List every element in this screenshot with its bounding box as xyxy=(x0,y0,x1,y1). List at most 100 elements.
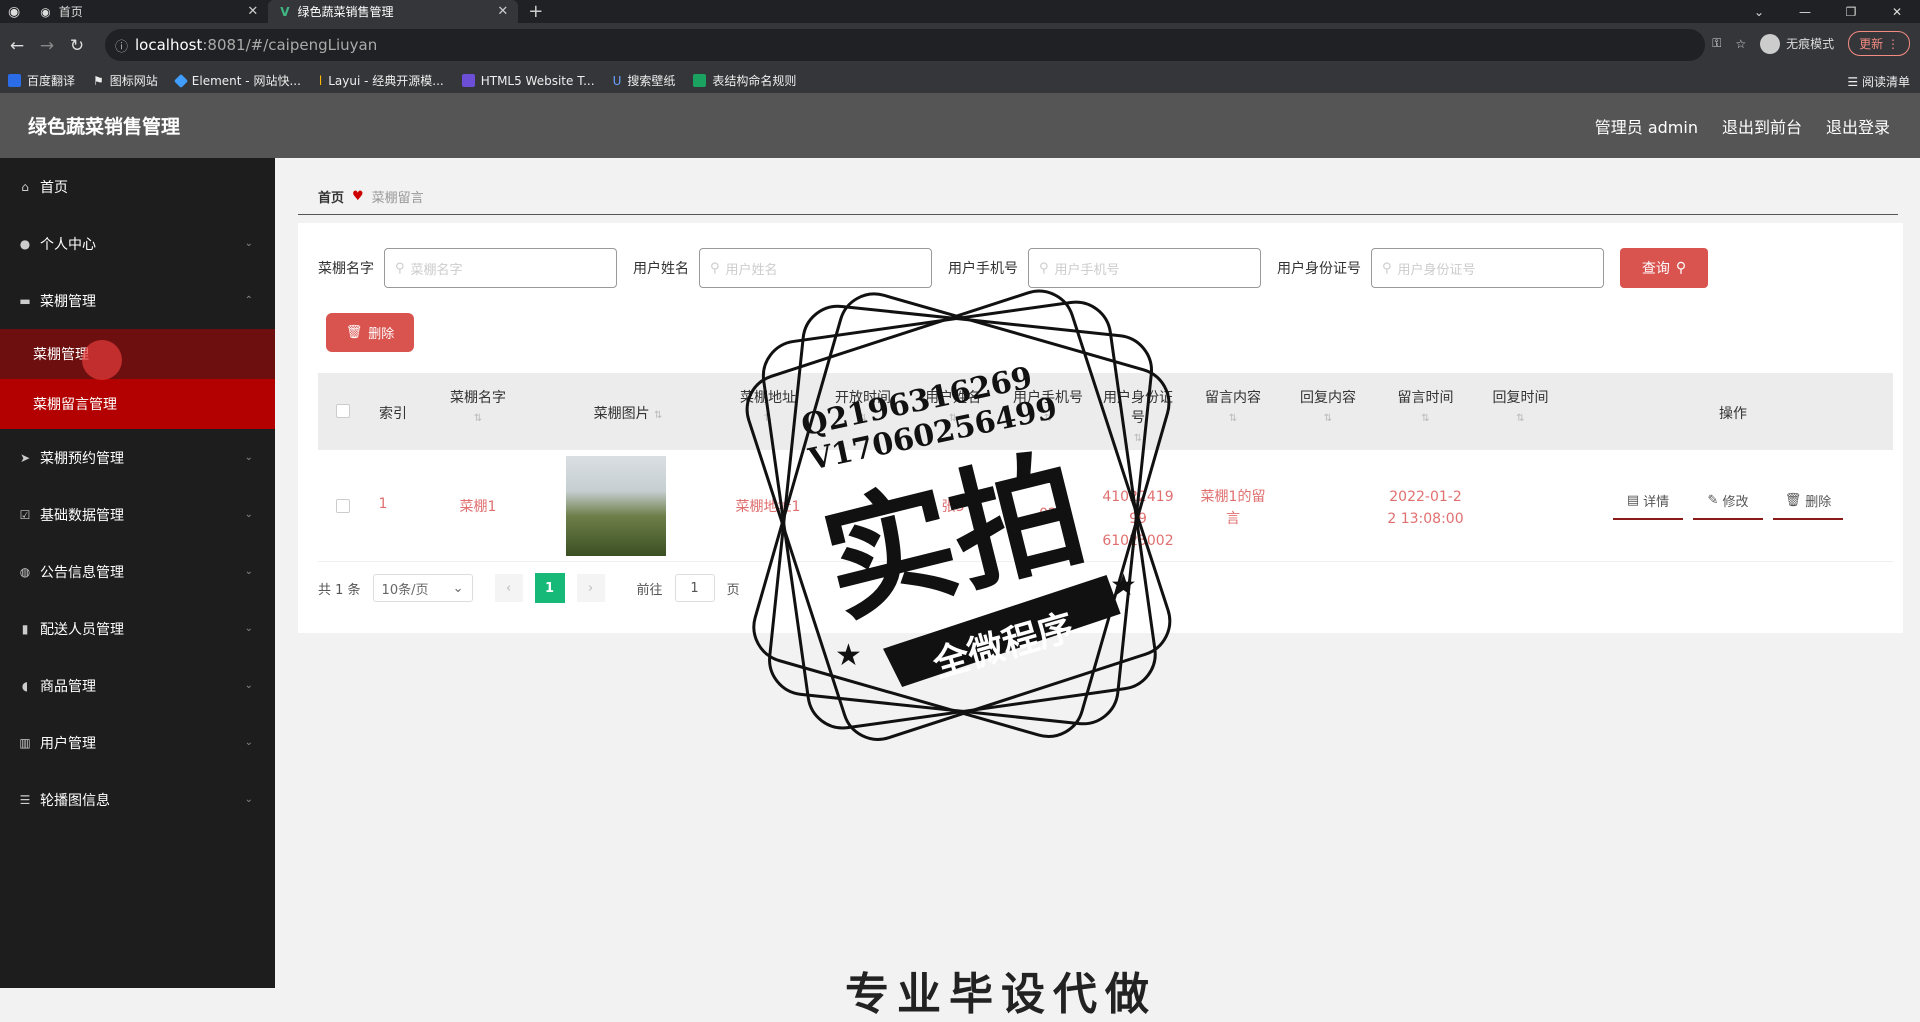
sidebar-item-reservations[interactable]: ➤ 菜棚预约管理 ⌄ xyxy=(0,429,275,486)
detail-label: 详情 xyxy=(1643,494,1670,510)
bookmark-item[interactable]: Element - 网站快... xyxy=(173,72,301,89)
sidebar-item-delivery[interactable]: ▮ 配送人员管理 ⌄ xyxy=(0,600,275,657)
header-label: 回复时间 xyxy=(1492,390,1549,406)
url-field[interactable]: ⓘ localhost:8081/#/caipengLiuyan xyxy=(105,29,1705,61)
col-msgtime[interactable]: 留言时间 ⇅ xyxy=(1378,387,1473,424)
reload-icon[interactable]: ↻ xyxy=(62,36,92,56)
col-replytime[interactable]: 回复时间 ⇅ xyxy=(1473,387,1568,424)
row-checkbox[interactable] xyxy=(336,499,350,513)
bookmark-item[interactable]: 百度翻译 xyxy=(8,72,75,89)
restore-icon[interactable]: ❐ xyxy=(1828,5,1874,19)
chevron-up-icon: ⌃ xyxy=(244,295,253,306)
bookmark-item[interactable]: 表结构命名规则 xyxy=(693,72,796,89)
sort-icon[interactable]: ⇅ xyxy=(654,410,662,421)
col-address[interactable]: 菜棚地址 ⇅ xyxy=(718,387,818,424)
tab-label: 绿色蔬菜销售管理 xyxy=(297,5,394,19)
placeholder: 用户手机号 xyxy=(1054,262,1120,278)
sidebar-subitem-greenhouse[interactable]: 菜棚管理 xyxy=(0,329,275,379)
sort-icon[interactable]: ⇅ xyxy=(1283,413,1373,424)
current-page-button[interactable]: 1 xyxy=(534,573,565,603)
sort-icon[interactable]: ⇅ xyxy=(908,413,998,424)
sort-icon[interactable]: ⇅ xyxy=(1473,413,1568,424)
breadcrumb-home[interactable]: 首页 xyxy=(318,187,344,206)
bookmark-icon xyxy=(693,74,707,87)
col-username[interactable]: 用户姓名 ⇅ xyxy=(908,387,998,424)
bookmark-item[interactable]: HTML5 Website T... xyxy=(461,74,595,88)
sidebar: ⌂ 首页 ● 个人中心 ⌄ ▬ 菜棚管理 ⌃ 菜棚管理 菜棚留言管理 ➤ 菜棚预约管理 ⌄ ☑… xyxy=(0,158,275,988)
send-icon: ➤ xyxy=(19,450,31,465)
col-idcard[interactable]: 用户身份证号 ⇅ xyxy=(1098,387,1178,444)
close-window-icon[interactable]: ✕ xyxy=(1874,5,1920,19)
sidebar-item-users[interactable]: ▥ 用户管理 ⌄ xyxy=(0,714,275,771)
row-delete-label: 删除 xyxy=(1805,494,1832,510)
query-button[interactable]: 查询 ⚲ xyxy=(1620,248,1708,288)
col-message[interactable]: 留言内容 ⇅ xyxy=(1188,387,1278,424)
incognito-icon xyxy=(1760,33,1781,54)
sidebar-subitem-greenhouse-messages[interactable]: 菜棚留言管理 xyxy=(0,379,275,429)
info-icon[interactable]: ⓘ xyxy=(115,36,128,55)
placeholder: 用户身份证号 xyxy=(1397,262,1476,278)
minimize-icon[interactable]: — xyxy=(1782,5,1828,19)
trash-icon: 🗑 xyxy=(345,325,363,340)
bookmark-item[interactable]: ⚑ 图标网站 xyxy=(93,72,158,89)
reading-list[interactable]: ☰ 阅读清单 xyxy=(1847,73,1910,90)
col-name[interactable]: 菜棚名字 ⇅ xyxy=(418,387,538,424)
user-idcard-input[interactable]: ⚲ 用户身份证号 xyxy=(1371,248,1604,288)
col-index: 索引 xyxy=(368,403,418,423)
sidebar-item-profile[interactable]: ● 个人中心 ⌄ xyxy=(0,215,275,272)
table-row: 1 菜棚1 菜棚地址1 张3 02 41022419 99 61023002 菜棚… xyxy=(318,450,1893,562)
sort-icon[interactable]: ⇅ xyxy=(718,413,818,424)
logout-link[interactable]: 退出登录 xyxy=(1826,114,1890,138)
sort-icon[interactable]: ⇅ xyxy=(998,413,1098,424)
select-all-checkbox[interactable] xyxy=(336,404,350,418)
incognito-indicator[interactable]: 无痕模式 xyxy=(1760,33,1834,54)
sort-icon[interactable]: ⇅ xyxy=(818,413,908,424)
batch-delete-button[interactable]: 🗑 删除 xyxy=(326,313,414,352)
sidebar-item-greenhouse[interactable]: ▬ 菜棚管理 ⌃ xyxy=(0,272,275,329)
user-phone-input[interactable]: ⚲ 用户手机号 xyxy=(1028,248,1261,288)
sort-icon[interactable]: ⇅ xyxy=(1098,433,1178,444)
update-button[interactable]: 更新 ⋮ xyxy=(1848,31,1910,56)
col-image[interactable]: 菜棚图片 ⇅ xyxy=(538,403,718,423)
bookmark-item[interactable]: l Layui - 经典开源模... xyxy=(319,72,444,89)
next-page-button[interactable]: › xyxy=(576,574,605,602)
key-icon[interactable]: ⚿ xyxy=(1712,36,1721,51)
header-label: 留言内容 xyxy=(1205,390,1261,406)
user-name-input[interactable]: ⚲ 用户姓名 xyxy=(699,248,932,288)
sort-icon[interactable]: ⇅ xyxy=(1378,413,1473,424)
forward-icon[interactable]: → xyxy=(32,36,62,56)
sort-icon[interactable]: ⇅ xyxy=(1188,413,1278,424)
sidebar-item-home[interactable]: ⌂ 首页 xyxy=(0,158,275,215)
sidebar-item-label: 商品管理 xyxy=(40,678,96,695)
detail-button[interactable]: ▤ 详情 xyxy=(1613,482,1683,520)
greenhouse-name-input[interactable]: ⚲ 菜棚名字 xyxy=(384,248,617,288)
browser-tab-home[interactable]: ◉ 首页 ✕ xyxy=(28,0,269,23)
col-phone[interactable]: 用户手机号 ⇅ xyxy=(998,387,1098,424)
chevron-down-icon[interactable]: ⌄ xyxy=(1736,5,1782,19)
bookmark-item[interactable]: U 搜索壁纸 xyxy=(613,72,676,89)
update-label: 更新 xyxy=(1859,37,1884,51)
row-delete-button[interactable]: 🗑 删除 xyxy=(1773,482,1843,520)
page-size-select[interactable]: 10条/页 ⌄ xyxy=(372,574,473,602)
new-tab-icon[interactable]: + xyxy=(528,1,543,22)
sidebar-item-basedata[interactable]: ☑ 基础数据管理 ⌄ xyxy=(0,486,275,543)
app-header: 绿色蔬菜销售管理 管理员 admin 退出到前台 退出登录 xyxy=(0,93,1920,158)
sidebar-item-carousel[interactable]: ☰ 轮播图信息 ⌄ xyxy=(0,771,275,828)
star-icon[interactable]: ☆ xyxy=(1735,37,1746,51)
exit-to-front-link[interactable]: 退出到前台 xyxy=(1722,114,1802,138)
back-icon[interactable]: ← xyxy=(2,36,32,56)
sort-icon[interactable]: ⇅ xyxy=(418,413,538,424)
sidebar-item-products[interactable]: ◖ 商品管理 ⌄ xyxy=(0,657,275,714)
col-reply[interactable]: 回复内容 ⇅ xyxy=(1283,387,1373,424)
sidebar-subitem-label: 菜棚管理 xyxy=(33,347,89,363)
prev-page-button[interactable]: ‹ xyxy=(494,574,523,602)
close-icon[interactable]: ✕ xyxy=(497,4,508,19)
col-opentime[interactable]: 开放时间 ⇅ xyxy=(818,387,908,424)
sidebar-item-notices[interactable]: ◍ 公告信息管理 ⌄ xyxy=(0,543,275,600)
chevron-down-icon: ⌄ xyxy=(244,623,253,634)
edit-button[interactable]: ✎ 修改 xyxy=(1693,482,1763,520)
header-label: 开放时间 xyxy=(835,390,891,406)
close-icon[interactable]: ✕ xyxy=(247,4,258,19)
goto-page-input[interactable]: 1 xyxy=(674,574,715,602)
browser-tab-app[interactable]: V 绿色蔬菜销售管理 ✕ xyxy=(268,0,519,23)
